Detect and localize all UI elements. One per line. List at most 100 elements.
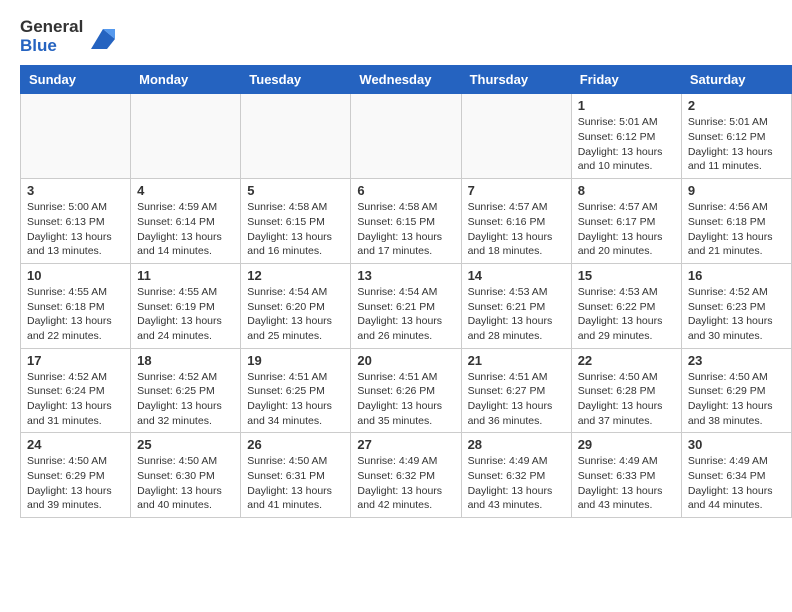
day-info: Sunrise: 4:52 AM Sunset: 6:24 PM Dayligh… bbox=[27, 370, 124, 429]
day-info: Sunrise: 4:51 AM Sunset: 6:27 PM Dayligh… bbox=[468, 370, 565, 429]
day-info: Sunrise: 4:51 AM Sunset: 6:25 PM Dayligh… bbox=[247, 370, 344, 429]
day-info: Sunrise: 4:58 AM Sunset: 6:15 PM Dayligh… bbox=[247, 200, 344, 259]
day-number: 27 bbox=[357, 437, 454, 452]
calendar-cell bbox=[131, 94, 241, 179]
day-number: 10 bbox=[27, 268, 124, 283]
calendar-cell: 18 Sunrise: 4:52 AM Sunset: 6:25 PM Dayli… bbox=[131, 348, 241, 433]
calendar-week-3: 10 Sunrise: 4:55 AM Sunset: 6:18 PM Dayli… bbox=[21, 263, 792, 348]
calendar-cell: 29Sunrise: 4:49 AM Sunset: 6:33 PM Dayli… bbox=[571, 433, 681, 518]
calendar-cell: 4 Sunrise: 4:59 AM Sunset: 6:14 PM Daylig… bbox=[131, 179, 241, 264]
calendar-cell: 30 Sunrise: 4:49 AM Sunset: 6:34 PM Dayli… bbox=[681, 433, 791, 518]
day-info: Sunrise: 4:49 AM Sunset: 6:33 PM Dayligh… bbox=[578, 454, 675, 513]
day-number: 21 bbox=[468, 353, 565, 368]
calendar-cell: 8 Sunrise: 4:57 AM Sunset: 6:17 PM Daylig… bbox=[571, 179, 681, 264]
calendar-cell: 16Sunrise: 4:52 AM Sunset: 6:23 PM Dayli… bbox=[681, 263, 791, 348]
day-info: Sunrise: 5:01 AM Sunset: 6:12 PM Dayligh… bbox=[688, 115, 785, 174]
day-number: 25 bbox=[137, 437, 234, 452]
calendar-cell: 1 Sunrise: 5:01 AM Sunset: 6:12 PM Daylig… bbox=[571, 94, 681, 179]
day-number: 18 bbox=[137, 353, 234, 368]
calendar-cell: 3 Sunrise: 5:00 AM Sunset: 6:13 PM Daylig… bbox=[21, 179, 131, 264]
day-info: Sunrise: 4:58 AM Sunset: 6:15 PM Dayligh… bbox=[357, 200, 454, 259]
day-info: Sunrise: 5:00 AM Sunset: 6:13 PM Dayligh… bbox=[27, 200, 124, 259]
day-info: Sunrise: 4:56 AM Sunset: 6:18 PM Dayligh… bbox=[688, 200, 785, 259]
calendar-cell: 10 Sunrise: 4:55 AM Sunset: 6:18 PM Dayli… bbox=[21, 263, 131, 348]
col-header-tuesday: Tuesday bbox=[241, 66, 351, 94]
day-number: 4 bbox=[137, 183, 234, 198]
calendar-week-5: 24 Sunrise: 4:50 AM Sunset: 6:29 PM Dayli… bbox=[21, 433, 792, 518]
day-info: Sunrise: 4:49 AM Sunset: 6:32 PM Dayligh… bbox=[357, 454, 454, 513]
calendar-wrapper: SundayMondayTuesdayWednesdayThursdayFrid… bbox=[0, 65, 792, 528]
calendar-cell: 6 Sunrise: 4:58 AM Sunset: 6:15 PM Daylig… bbox=[351, 179, 461, 264]
calendar-table: SundayMondayTuesdayWednesdayThursdayFrid… bbox=[20, 65, 792, 518]
day-number: 12 bbox=[247, 268, 344, 283]
day-info: Sunrise: 5:01 AM Sunset: 6:12 PM Dayligh… bbox=[578, 115, 675, 174]
calendar-cell: 19 Sunrise: 4:51 AM Sunset: 6:25 PM Dayli… bbox=[241, 348, 351, 433]
day-number: 30 bbox=[688, 437, 785, 452]
calendar-cell: 25 Sunrise: 4:50 AM Sunset: 6:30 PM Dayli… bbox=[131, 433, 241, 518]
col-header-friday: Friday bbox=[571, 66, 681, 94]
col-header-monday: Monday bbox=[131, 66, 241, 94]
calendar-cell: 13 Sunrise: 4:54 AM Sunset: 6:21 PM Dayli… bbox=[351, 263, 461, 348]
page-header: General Blue bbox=[0, 0, 792, 65]
calendar-cell: 9 Sunrise: 4:56 AM Sunset: 6:18 PM Daylig… bbox=[681, 179, 791, 264]
day-number: 9 bbox=[688, 183, 785, 198]
calendar-cell: 20 Sunrise: 4:51 AM Sunset: 6:26 PM Dayli… bbox=[351, 348, 461, 433]
logo-blue: Blue bbox=[20, 37, 83, 56]
day-number: 14 bbox=[468, 268, 565, 283]
calendar-cell: 11 Sunrise: 4:55 AM Sunset: 6:19 PM Dayli… bbox=[131, 263, 241, 348]
day-number: 13 bbox=[357, 268, 454, 283]
day-number: 22 bbox=[578, 353, 675, 368]
day-number: 11 bbox=[137, 268, 234, 283]
day-info: Sunrise: 4:55 AM Sunset: 6:18 PM Dayligh… bbox=[27, 285, 124, 344]
day-info: Sunrise: 4:52 AM Sunset: 6:25 PM Dayligh… bbox=[137, 370, 234, 429]
logo-icon bbox=[87, 21, 119, 53]
day-number: 23 bbox=[688, 353, 785, 368]
calendar-cell: 23Sunrise: 4:50 AM Sunset: 6:29 PM Dayli… bbox=[681, 348, 791, 433]
calendar-cell: 21 Sunrise: 4:51 AM Sunset: 6:27 PM Dayli… bbox=[461, 348, 571, 433]
calendar-cell bbox=[241, 94, 351, 179]
day-number: 6 bbox=[357, 183, 454, 198]
calendar-week-4: 17 Sunrise: 4:52 AM Sunset: 6:24 PM Dayli… bbox=[21, 348, 792, 433]
day-info: Sunrise: 4:53 AM Sunset: 6:21 PM Dayligh… bbox=[468, 285, 565, 344]
calendar-cell: 17 Sunrise: 4:52 AM Sunset: 6:24 PM Dayli… bbox=[21, 348, 131, 433]
day-info: Sunrise: 4:50 AM Sunset: 6:28 PM Dayligh… bbox=[578, 370, 675, 429]
col-header-saturday: Saturday bbox=[681, 66, 791, 94]
day-info: Sunrise: 4:51 AM Sunset: 6:26 PM Dayligh… bbox=[357, 370, 454, 429]
day-number: 20 bbox=[357, 353, 454, 368]
logo: General Blue bbox=[20, 18, 119, 55]
calendar-cell: 15Sunrise: 4:53 AM Sunset: 6:22 PM Dayli… bbox=[571, 263, 681, 348]
calendar-cell: 27 Sunrise: 4:49 AM Sunset: 6:32 PM Dayli… bbox=[351, 433, 461, 518]
calendar-cell: 7 Sunrise: 4:57 AM Sunset: 6:16 PM Daylig… bbox=[461, 179, 571, 264]
day-info: Sunrise: 4:49 AM Sunset: 6:34 PM Dayligh… bbox=[688, 454, 785, 513]
day-info: Sunrise: 4:57 AM Sunset: 6:16 PM Dayligh… bbox=[468, 200, 565, 259]
calendar-cell: 22 Sunrise: 4:50 AM Sunset: 6:28 PM Dayli… bbox=[571, 348, 681, 433]
calendar-cell: 28 Sunrise: 4:49 AM Sunset: 6:32 PM Dayli… bbox=[461, 433, 571, 518]
day-info: Sunrise: 4:54 AM Sunset: 6:21 PM Dayligh… bbox=[357, 285, 454, 344]
calendar-cell: 5Sunrise: 4:58 AM Sunset: 6:15 PM Daylig… bbox=[241, 179, 351, 264]
day-number: 17 bbox=[27, 353, 124, 368]
day-number: 2 bbox=[688, 98, 785, 113]
day-number: 1 bbox=[578, 98, 675, 113]
calendar-cell: 26Sunrise: 4:50 AM Sunset: 6:31 PM Dayli… bbox=[241, 433, 351, 518]
day-info: Sunrise: 4:55 AM Sunset: 6:19 PM Dayligh… bbox=[137, 285, 234, 344]
logo-general: General bbox=[20, 18, 83, 37]
calendar-header-row: SundayMondayTuesdayWednesdayThursdayFrid… bbox=[21, 66, 792, 94]
day-info: Sunrise: 4:50 AM Sunset: 6:29 PM Dayligh… bbox=[27, 454, 124, 513]
day-info: Sunrise: 4:49 AM Sunset: 6:32 PM Dayligh… bbox=[468, 454, 565, 513]
calendar-week-2: 3 Sunrise: 5:00 AM Sunset: 6:13 PM Daylig… bbox=[21, 179, 792, 264]
calendar-cell: 2 Sunrise: 5:01 AM Sunset: 6:12 PM Daylig… bbox=[681, 94, 791, 179]
day-number: 26 bbox=[247, 437, 344, 452]
day-number: 24 bbox=[27, 437, 124, 452]
day-number: 8 bbox=[578, 183, 675, 198]
day-number: 3 bbox=[27, 183, 124, 198]
calendar-cell bbox=[461, 94, 571, 179]
day-info: Sunrise: 4:59 AM Sunset: 6:14 PM Dayligh… bbox=[137, 200, 234, 259]
day-number: 19 bbox=[247, 353, 344, 368]
day-info: Sunrise: 4:57 AM Sunset: 6:17 PM Dayligh… bbox=[578, 200, 675, 259]
day-info: Sunrise: 4:50 AM Sunset: 6:30 PM Dayligh… bbox=[137, 454, 234, 513]
day-number: 28 bbox=[468, 437, 565, 452]
day-number: 7 bbox=[468, 183, 565, 198]
day-number: 15 bbox=[578, 268, 675, 283]
col-header-sunday: Sunday bbox=[21, 66, 131, 94]
calendar-cell: 24 Sunrise: 4:50 AM Sunset: 6:29 PM Dayli… bbox=[21, 433, 131, 518]
